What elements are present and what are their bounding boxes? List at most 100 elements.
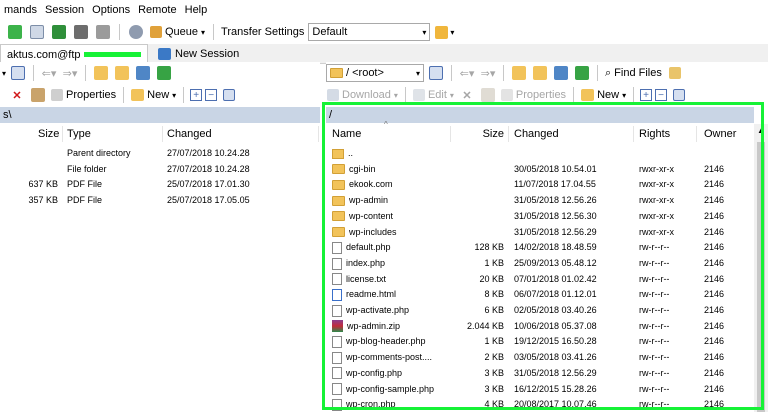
remote-col-owner[interactable]: Owner: [704, 124, 736, 144]
back-icon[interactable]: ⇐▾: [458, 64, 476, 82]
menu-help[interactable]: Help: [181, 4, 212, 16]
local-col-type[interactable]: Type: [67, 124, 91, 144]
remote-path-select[interactable]: / <root> ▾: [326, 64, 424, 82]
remote-col-rights[interactable]: Rights: [639, 124, 670, 144]
back-icon[interactable]: ⇐▾: [40, 64, 58, 82]
collapse-icon[interactable]: −: [655, 89, 668, 101]
root-dir-icon[interactable]: [113, 64, 131, 82]
refresh-icon[interactable]: [573, 64, 591, 82]
parent-dir-icon[interactable]: [510, 64, 528, 82]
menu-commands[interactable]: mands: [0, 4, 41, 16]
edit-button[interactable]: Edit ▾: [412, 86, 455, 104]
file-icon: [332, 241, 342, 254]
tree-icon[interactable]: [666, 64, 684, 82]
table-row[interactable]: default.php 128 KB 14/02/2018 18.48.59 rw-r…: [326, 240, 754, 256]
session-tab-current[interactable]: aktus.com@ftp: [0, 44, 148, 64]
new-button[interactable]: New ▾: [130, 86, 177, 104]
table-row[interactable]: readme.html 8 KB 06/07/2018 01.12.01 rw-r--…: [326, 287, 754, 303]
local-col-changed[interactable]: Changed: [167, 124, 212, 144]
transfer-settings-select[interactable]: Default ▾: [308, 23, 431, 41]
expand-icon[interactable]: +: [190, 89, 203, 101]
filter-icon[interactable]: [427, 64, 445, 82]
delete-icon[interactable]: ✕: [458, 86, 476, 104]
file-changed: 31/05/2018 12.56.26: [514, 195, 597, 206]
chevron-down-icon: ▾: [450, 27, 455, 37]
remote-scrollbar[interactable]: ▲: [754, 124, 768, 412]
new-button[interactable]: New ▾: [580, 86, 627, 104]
properties-button[interactable]: Properties: [50, 86, 117, 104]
home-icon[interactable]: [552, 64, 570, 82]
table-row[interactable]: wp-comments-post.... 2 KB 03/05/2018 03.41…: [326, 350, 754, 366]
table-row[interactable]: ekook.com 11/07/2018 17.04.55 rwxr-xr-x 214…: [326, 177, 754, 193]
file-owner: 2146: [704, 336, 725, 347]
zip-file-icon: [332, 320, 343, 333]
remote-col-changed[interactable]: Changed: [514, 124, 559, 144]
table-row[interactable]: cgi-bin 30/05/2018 10.54.01 rwxr-xr-x 2146: [326, 162, 754, 178]
chevron-down-icon[interactable]: ▾: [2, 69, 6, 78]
filter-icon[interactable]: [220, 86, 238, 104]
table-row[interactable]: wp-admin.zip 2.044 KB 10/06/2018 05.37.08 r…: [326, 319, 754, 335]
table-row[interactable]: wp-cron.php 4 KB 20/08/2017 10.07.46 rw-r--…: [326, 397, 754, 412]
file-icon: [332, 351, 342, 364]
menu-options[interactable]: Options: [88, 4, 134, 16]
table-row[interactable]: index.php 1 KB 25/09/2013 05.48.12 rw-r--r-…: [326, 256, 754, 272]
file-owner: 2146: [704, 399, 725, 410]
root-dir-icon[interactable]: [531, 64, 549, 82]
redaction-bar: [83, 52, 141, 57]
add-icon[interactable]: [6, 23, 24, 41]
toolbar-separator: [123, 87, 125, 103]
transfer-options-button[interactable]: ▾: [434, 23, 455, 41]
list-item[interactable]: 357 KB PDF File 25/07/2018 17.05.05: [0, 193, 320, 209]
list-item[interactable]: File folder 27/07/2018 10.24.28: [0, 162, 320, 178]
gear-icon[interactable]: [127, 23, 145, 41]
table-row[interactable]: wp-config-sample.php 3 KB 16/12/2015 15.28…: [326, 382, 754, 398]
delete-icon[interactable]: ✕: [8, 86, 26, 104]
home-icon[interactable]: [134, 64, 152, 82]
find-files-button[interactable]: ⌕ Find Files: [604, 64, 663, 82]
parent-dir-icon[interactable]: [92, 64, 110, 82]
filter-icon[interactable]: [9, 64, 27, 82]
chevron-down-icon: ▾: [622, 90, 627, 100]
filter-icon[interactable]: [670, 86, 688, 104]
console-icon[interactable]: [72, 23, 90, 41]
table-row[interactable]: wp-admin 31/05/2018 12.56.26 rwxr-xr-x 2146: [326, 193, 754, 209]
menu-remote[interactable]: Remote: [134, 4, 181, 16]
table-row[interactable]: wp-includes 31/05/2018 12.56.29 rwxr-xr-x 2…: [326, 225, 754, 241]
remote-col-size[interactable]: Size: [454, 124, 504, 144]
rename-icon[interactable]: [479, 86, 497, 104]
expand-icon[interactable]: +: [640, 89, 653, 101]
forward-icon[interactable]: ⇒▾: [479, 64, 497, 82]
table-row[interactable]: wp-content 31/05/2018 12.56.30 rwxr-xr-x 21…: [326, 209, 754, 225]
file-changed: 16/12/2015 15.28.26: [514, 383, 597, 394]
file-icon: [332, 367, 342, 380]
refresh-icon[interactable]: [155, 64, 173, 82]
table-row[interactable]: wp-blog-header.php 1 KB 19/12/2015 16.50.2…: [326, 334, 754, 350]
scroll-thumb[interactable]: [757, 142, 765, 412]
local-col-size[interactable]: Size: [38, 124, 59, 144]
menu-session[interactable]: Session: [41, 4, 88, 16]
file-rights: rw-r--r--: [639, 399, 670, 410]
table-row[interactable]: license.txt 20 KB 07/01/2018 01.02.42 rw-r-…: [326, 272, 754, 288]
download-button[interactable]: Download ▾: [326, 86, 399, 104]
table-row[interactable]: wp-config.php 3 KB 31/05/2018 12.56.29 rw-r…: [326, 366, 754, 382]
list-item[interactable]: Parent directory 27/07/2018 10.24.28: [0, 146, 320, 162]
collapse-icon[interactable]: −: [205, 89, 218, 101]
table-row[interactable]: ..: [326, 146, 754, 162]
queue-button[interactable]: Queue ▾: [149, 23, 206, 41]
properties-button[interactable]: Properties: [500, 86, 567, 104]
sync-icon[interactable]: [50, 23, 68, 41]
file-size: 1 KB: [484, 336, 504, 347]
remote-col-name[interactable]: Name: [332, 124, 361, 144]
table-row[interactable]: wp-activate.php 6 KB 02/05/2018 03.40.26 rw…: [326, 303, 754, 319]
scroll-up-icon[interactable]: ▲: [757, 126, 765, 135]
forward-icon[interactable]: ⇒▾: [61, 64, 79, 82]
new-session-tab[interactable]: New Session: [152, 44, 245, 64]
file-name: cgi-bin: [349, 163, 376, 174]
compare-icon[interactable]: [28, 23, 46, 41]
rename-icon[interactable]: [29, 86, 47, 104]
file-size: 6 KB: [484, 305, 504, 315]
remote-nav-toolbar: / <root> ▾ ⇐▾ ⇒▾ ⌕ Find Files: [326, 62, 768, 84]
list-item[interactable]: 637 KB PDF File 25/07/2018 17.01.30: [0, 177, 320, 193]
terminal-icon[interactable]: [94, 23, 112, 41]
file-rights: rwxr-xr-x: [639, 226, 674, 237]
